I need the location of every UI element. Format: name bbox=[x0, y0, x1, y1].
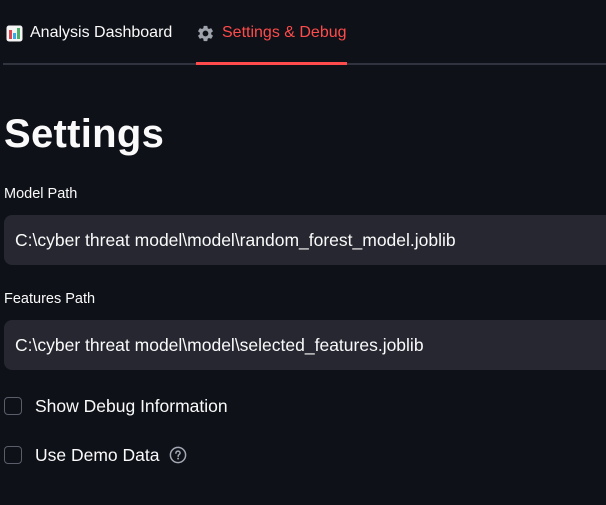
use-demo-checkbox[interactable] bbox=[4, 446, 22, 464]
tab-analysis-dashboard-label: Analysis Dashboard bbox=[30, 24, 173, 41]
bar-chart-icon bbox=[6, 25, 23, 42]
show-debug-label: Show Debug Information bbox=[35, 395, 228, 416]
page-title: Settings bbox=[4, 112, 165, 156]
gear-icon bbox=[196, 24, 215, 43]
model-path-label: Model Path bbox=[4, 186, 78, 202]
show-debug-checkbox[interactable] bbox=[4, 397, 22, 415]
app-page: Analysis Dashboard Settings & Debug Sett… bbox=[0, 0, 606, 505]
model-path-input[interactable] bbox=[4, 215, 606, 265]
features-path-label: Features Path bbox=[4, 291, 96, 307]
show-debug-checkbox-row[interactable]: Show Debug Information bbox=[4, 394, 228, 418]
tab-analysis-dashboard[interactable]: Analysis Dashboard bbox=[6, 0, 172, 66]
help-circle-icon[interactable] bbox=[169, 446, 187, 464]
use-demo-checkbox-row[interactable]: Use Demo Data bbox=[4, 443, 187, 467]
tab-settings-debug[interactable]: Settings & Debug bbox=[196, 0, 347, 66]
tab-bar: Analysis Dashboard Settings & Debug bbox=[3, 0, 606, 66]
tab-settings-debug-label: Settings & Debug bbox=[222, 24, 347, 41]
active-tab-indicator bbox=[196, 62, 347, 65]
use-demo-label: Use Demo Data bbox=[35, 444, 160, 465]
features-path-input[interactable] bbox=[4, 320, 606, 370]
